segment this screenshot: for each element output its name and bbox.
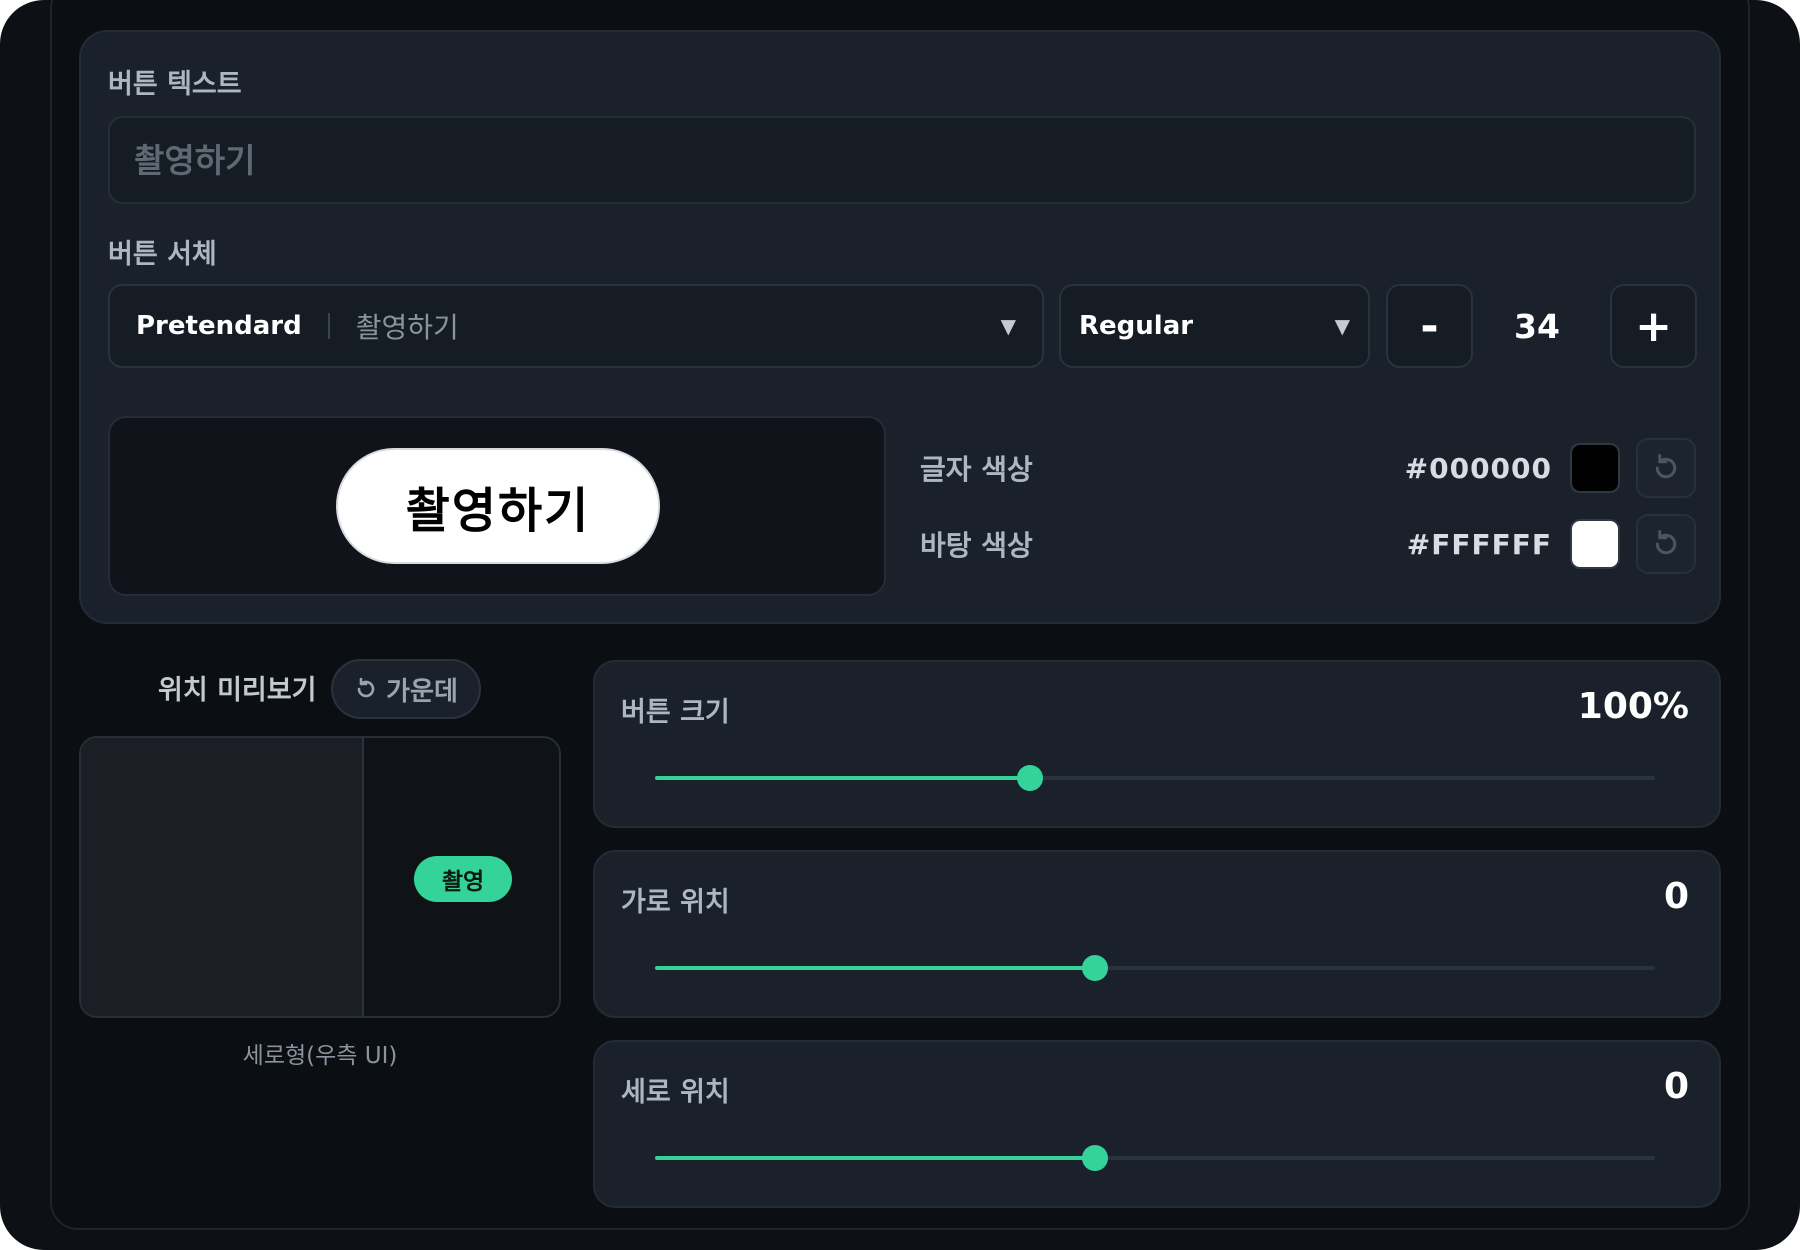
slider-thumb[interactable]: [1082, 955, 1108, 981]
button-preview-area: 촬영하기: [108, 416, 886, 596]
font-sample-text: 촬영하기: [355, 311, 459, 344]
slider-thumb[interactable]: [1082, 1145, 1108, 1171]
slider-value: 0: [1663, 1066, 1689, 1107]
reset-icon: [357, 677, 375, 698]
slider-track[interactable]: [655, 955, 1655, 981]
button-text-input[interactable]: [134, 140, 1670, 180]
app-frame: 버튼 텍스트 버튼 서체 Pretendard 촬영하기 ▼ Regular ▼…: [0, 0, 1800, 1250]
preview-button: 촬영하기: [336, 448, 660, 564]
background-color-hex: #FFFFFF: [1406, 527, 1552, 561]
text-color-hex: #000000: [1404, 451, 1552, 485]
text-color-label: 글자 색상: [920, 453, 1033, 486]
font-weight-value: Regular: [1079, 311, 1194, 341]
slider-value: 100%: [1577, 686, 1689, 727]
camera-viewport: [81, 738, 364, 1016]
center-reset-label: 가운데: [386, 676, 458, 707]
center-reset-button[interactable]: 가운데: [331, 659, 481, 719]
slider-fill: [655, 776, 1030, 780]
button-size-slider-card: 버튼 크기 100%: [593, 660, 1721, 828]
background-color-row: 바탕 색상 #FFFFFF: [920, 514, 1696, 574]
slider-label: 버튼 크기: [621, 697, 730, 728]
font-size-decrease-button[interactable]: -: [1386, 284, 1473, 368]
font-family-name: Pretendard: [136, 311, 302, 341]
chevron-down-icon: ▼: [1000, 314, 1016, 338]
text-color-reset-button[interactable]: [1636, 438, 1696, 498]
button-text-field[interactable]: [108, 116, 1696, 204]
slider-thumb[interactable]: [1017, 765, 1043, 791]
slider-fill: [655, 1156, 1095, 1160]
text-color-swatch[interactable]: [1570, 443, 1620, 493]
font-weight-select[interactable]: Regular ▼: [1059, 284, 1370, 368]
slider-label: 세로 위치: [621, 1077, 730, 1108]
font-family-select[interactable]: Pretendard 촬영하기 ▼: [108, 284, 1044, 368]
font-size-increase-button[interactable]: +: [1610, 284, 1697, 368]
position-preview-title: 위치 미리보기: [158, 675, 317, 706]
font-size-value: 34: [1514, 306, 1560, 346]
vertical-position-slider-card: 세로 위치 0: [593, 1040, 1721, 1208]
divider: [327, 313, 330, 339]
plus-icon: +: [1635, 300, 1672, 352]
reset-icon: [1655, 454, 1677, 479]
slider-value: 0: [1663, 876, 1689, 917]
background-color-swatch[interactable]: [1570, 519, 1620, 569]
slider-label: 가로 위치: [621, 887, 730, 918]
position-preview-screen: 촬영: [79, 736, 561, 1018]
preview-layout-caption: 세로형(우측 UI): [242, 1043, 398, 1069]
button-font-label: 버튼 서체: [108, 239, 217, 270]
background-color-label: 바탕 색상: [920, 529, 1033, 562]
chevron-down-icon: ▼: [1334, 314, 1350, 338]
preview-shoot-button[interactable]: 촬영: [414, 856, 512, 902]
slider-fill: [655, 966, 1095, 970]
text-color-row: 글자 색상 #000000: [920, 438, 1696, 498]
horizontal-position-slider-card: 가로 위치 0: [593, 850, 1721, 1018]
slider-track[interactable]: [655, 765, 1655, 791]
minus-icon: -: [1420, 300, 1439, 352]
button-text-label: 버튼 텍스트: [108, 69, 242, 100]
slider-track[interactable]: [655, 1145, 1655, 1171]
background-color-reset-button[interactable]: [1636, 514, 1696, 574]
reset-icon: [1655, 530, 1677, 555]
